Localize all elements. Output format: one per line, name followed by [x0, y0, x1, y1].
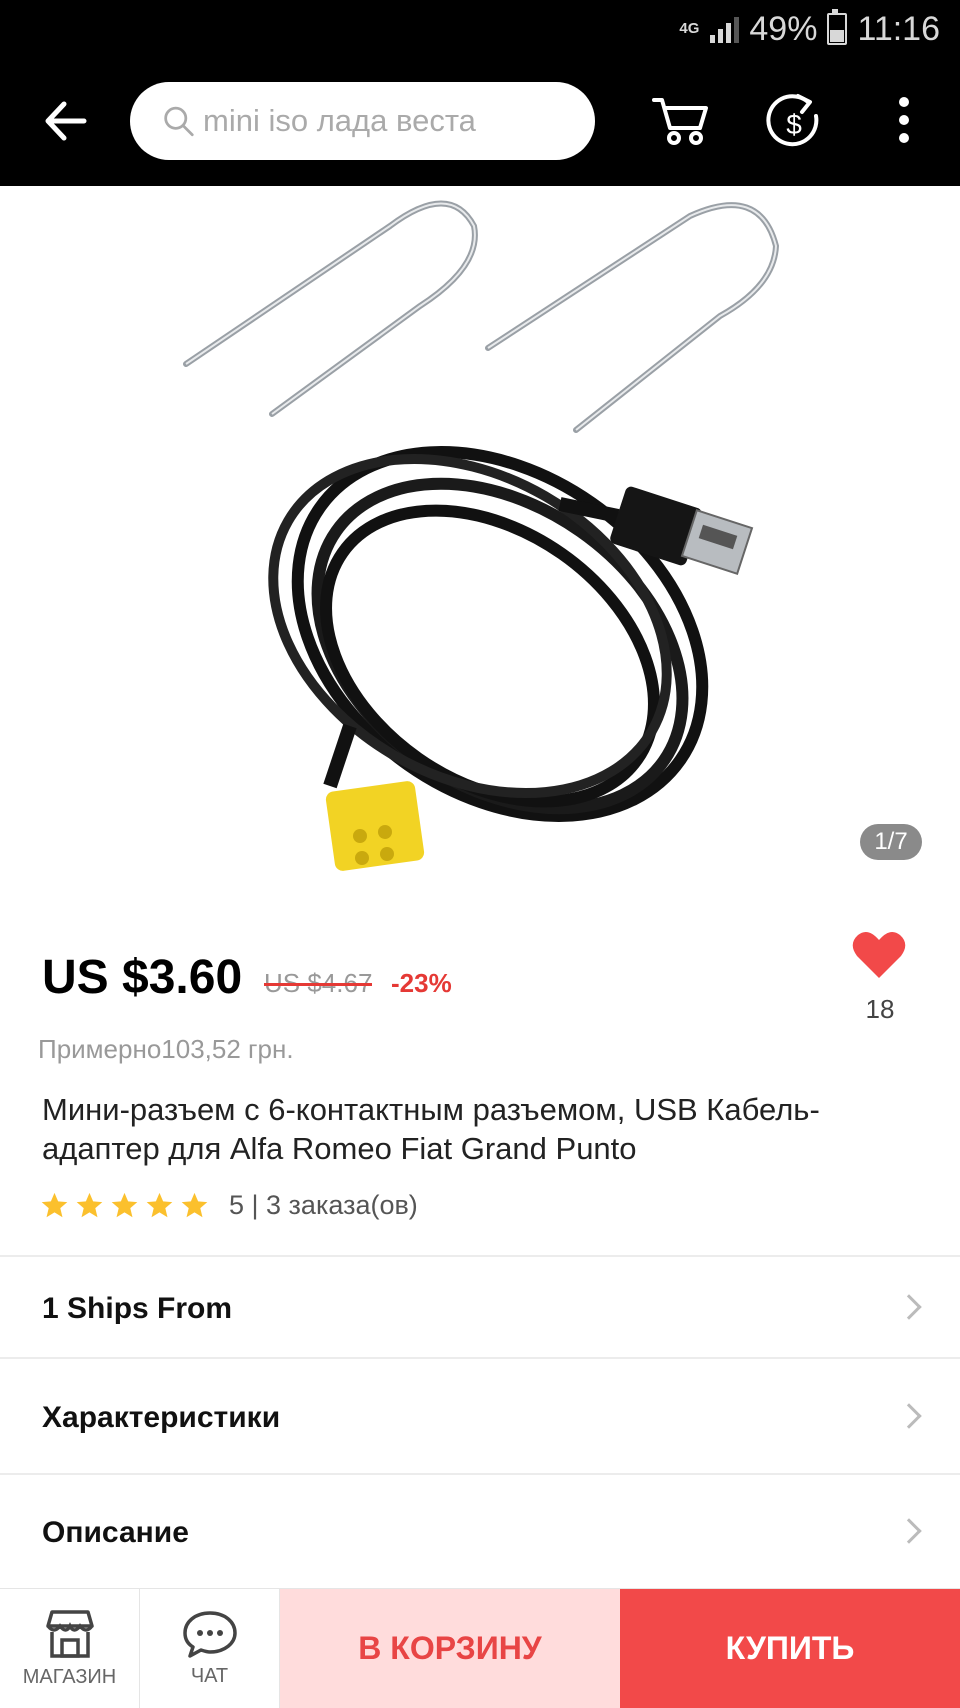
search-bar[interactable] — [130, 82, 595, 160]
heart-icon[interactable] — [852, 930, 906, 980]
row-label: 1 Ships From — [42, 1292, 233, 1325]
clock: 11:16 — [857, 9, 940, 48]
divider — [0, 1357, 960, 1359]
approx-price: Примерно103,52 грн. — [38, 1034, 294, 1064]
signal-icon — [710, 15, 740, 43]
old-price: US $4.67 — [264, 968, 373, 998]
chat-icon — [182, 1611, 237, 1658]
favorites-count: 18 — [865, 994, 895, 1024]
chevron-right-icon — [896, 1403, 922, 1429]
row-label: Описание — [42, 1516, 189, 1549]
top-bar: 4G 49% 11:16 $ — [0, 0, 960, 186]
chevron-right-icon — [896, 1518, 922, 1544]
network-indicator: 4G — [679, 20, 700, 37]
star-icon — [41, 1192, 68, 1218]
discount-badge: -23% — [391, 968, 452, 998]
chevron-right-icon — [896, 1294, 922, 1320]
image-counter: 1/7 — [860, 824, 922, 860]
cart-icon[interactable] — [648, 88, 712, 152]
store-button[interactable]: МАГАЗИН — [0, 1589, 140, 1708]
back-arrow-icon[interactable] — [40, 96, 90, 146]
product-photo — [183, 200, 780, 871]
search-input[interactable] — [201, 102, 595, 140]
row-specifications[interactable]: Характеристики — [0, 1366, 960, 1470]
status-bar: 4G 49% 11:16 — [678, 8, 940, 50]
svg-text:$: $ — [786, 109, 802, 140]
search-icon — [164, 106, 194, 137]
row-label: Характеристики — [42, 1401, 281, 1434]
battery-percent: 49% — [749, 9, 818, 48]
rating-orders-text: 5 | 3 заказа(ов) — [229, 1190, 418, 1220]
star-icon — [111, 1192, 138, 1218]
rating-row[interactable]: 5 | 3 заказа(ов) — [40, 1190, 418, 1221]
star-icon — [146, 1192, 173, 1218]
product-title: Мини-разъем с 6-контактным разъемом, USB… — [42, 1092, 820, 1166]
bottom-action-bar: МАГАЗИН ЧАТ В КОРЗИНУ КУПИТЬ — [0, 1588, 960, 1708]
rating-stars — [40, 1191, 209, 1220]
more-vert-icon[interactable] — [872, 88, 936, 152]
store-icon — [45, 1610, 94, 1658]
product-image[interactable] — [0, 186, 960, 906]
battery-icon — [827, 9, 848, 45]
add-to-cart-button[interactable]: В КОРЗИНУ — [280, 1589, 620, 1708]
chat-button[interactable]: ЧАТ — [140, 1589, 280, 1708]
store-label: МАГАЗИН — [22, 1666, 117, 1688]
star-icon — [76, 1192, 103, 1218]
coin-dollar-icon[interactable]: $ — [762, 88, 826, 152]
current-price: US $3.60 — [42, 951, 243, 1004]
row-description[interactable]: Описание — [0, 1481, 960, 1585]
divider — [0, 1473, 960, 1475]
chat-label: ЧАТ — [190, 1665, 229, 1687]
buy-now-button[interactable]: КУПИТЬ — [620, 1589, 960, 1708]
row-ships-from[interactable]: 1 Ships From — [0, 1257, 960, 1361]
star-icon — [181, 1192, 208, 1218]
